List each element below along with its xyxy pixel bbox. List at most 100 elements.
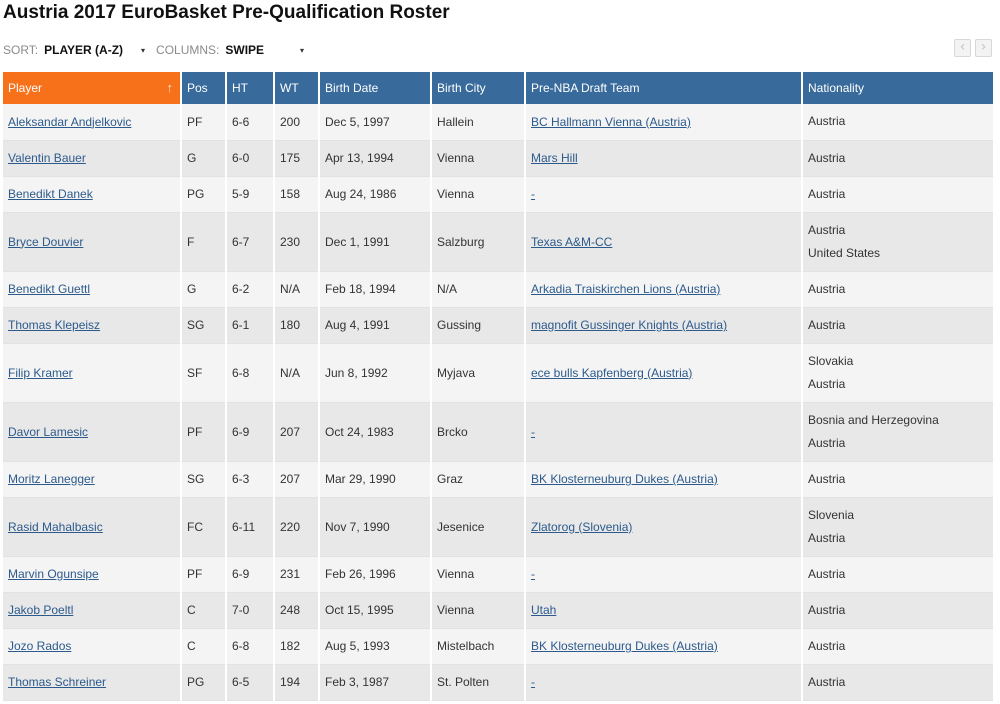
column-header-birth-date[interactable]: Birth Date [319,72,432,104]
column-header-birth-city[interactable]: Birth City [431,72,526,104]
player-name-link[interactable]: Thomas Klepeisz [8,318,100,332]
player-name-link[interactable]: Jozo Rados [8,639,71,653]
nationality-value: United States [808,245,881,260]
draft-team-link[interactable]: - [531,567,535,581]
next-columns-button[interactable]: › [975,39,992,57]
table-cell-player: Moritz Lanegger [3,461,182,498]
draft-team-link[interactable]: Zlatorog (Slovenia) [531,520,632,534]
player-name-link[interactable]: Rasid Mahalbasic [8,520,103,534]
draft-team-link[interactable]: - [531,187,535,201]
player-name-link[interactable]: Bryce Douvier [8,235,83,249]
nationality-value: Austria [808,376,846,391]
draft-team-link[interactable]: Utah [531,603,556,617]
table-cell-wt: 200 [274,104,320,141]
table-cell-nationality: Austria United States [802,212,995,272]
draft-team-link[interactable]: BK Klosterneuburg Dukes (Austria) [531,639,718,653]
column-header-wt[interactable]: WT [274,72,320,104]
table-cell-birth-city: Myjava [431,343,526,403]
table-cell-draft-team: Mars Hill [525,140,803,177]
table-cell-draft-team: Zlatorog (Slovenia) [525,497,803,557]
column-header-pos[interactable]: Pos [181,72,227,104]
player-name-link[interactable]: Aleksandar Andjelkovic [8,115,131,129]
draft-team-link[interactable]: ece bulls Kapfenberg (Austria) [531,366,692,380]
table-cell-birth-date: Dec 5, 1997 [319,104,432,141]
draft-team-link[interactable]: BK Klosterneuburg Dukes (Austria) [531,472,718,486]
table-cell-player: Davor Lamesic [3,402,182,462]
player-name-link[interactable]: Benedikt Guettl [8,282,90,296]
table-cell-pos: PF [181,104,227,141]
column-header-draft-team[interactable]: Pre-NBA Draft Team [525,72,803,104]
page-title: Austria 2017 EuroBasket Pre-Qualificatio… [3,2,450,23]
table-row: Davor Lamesic PF 6-9 207 Oct 24, 1983 Brcko - B… [3,402,995,462]
table-row: Filip Kramer SF 6-8 N/A Jun 8, 1992 Myjava ece… [3,343,995,403]
draft-team-link[interactable]: Mars Hill [531,151,578,165]
table-cell-ht: 6-8 [226,628,275,665]
table-row: Marvin Ogunsipe PF 6-9 231 Feb 26, 1996 Vienn… [3,556,995,593]
table-cell-birth-date: Oct 24, 1983 [319,402,432,462]
table-cell-birth-date: Feb 3, 1987 [319,664,432,701]
player-name-link[interactable]: Filip Kramer [8,366,73,380]
table-cell-pos: PF [181,556,227,593]
table-cell-birth-date: Nov 7, 1990 [319,497,432,557]
player-name-link[interactable]: Marvin Ogunsipe [8,567,99,581]
player-name-link[interactable]: Moritz Lanegger [8,472,95,486]
table-cell-ht: 6-2 [226,271,275,308]
table-cell-wt: 175 [274,140,320,177]
table-cell-ht: 6-9 [226,556,275,593]
table-cell-birth-date: Aug 24, 1986 [319,176,432,213]
nationality-value: Austria [808,281,846,296]
column-header-player[interactable]: Player ↑ [3,72,182,104]
roster-table: Player ↑ Pos HT WT Birth Date Birth City… [3,72,995,701]
table-cell-nationality: Slovakia Austria [802,343,995,403]
table-cell-nationality: Austria [802,628,995,665]
table-cell-pos: PG [181,176,227,213]
table-cell-pos: SG [181,307,227,344]
table-controls: SORT: PLAYER (A-Z) ▾ COLUMNS: SWIPE ▾ [3,43,304,57]
table-cell-birth-city: Gussing [431,307,526,344]
table-cell-wt: N/A [274,343,320,403]
player-name-link[interactable]: Thomas Schreiner [8,675,106,689]
table-cell-player: Benedikt Guettl [3,271,182,308]
table-row: Bryce Douvier F 6-7 230 Dec 1, 1991 Salzburg T… [3,212,995,272]
draft-team-link[interactable]: - [531,425,535,439]
table-row: Aleksandar Andjelkovic PF 6-6 200 Dec 5, 199… [3,104,995,141]
columns-chevron-down-icon[interactable]: ▾ [300,46,304,55]
draft-team-link[interactable]: - [531,675,535,689]
player-name-link[interactable]: Jakob Poeltl [8,603,73,617]
table-cell-ht: 6-8 [226,343,275,403]
column-header-nationality[interactable]: Nationality [802,72,995,104]
sort-chevron-down-icon[interactable]: ▾ [141,46,145,55]
table-cell-player: Jozo Rados [3,628,182,665]
table-cell-birth-date: Aug 5, 1993 [319,628,432,665]
draft-team-link[interactable]: Texas A&M-CC [531,235,612,249]
player-name-link[interactable]: Benedikt Danek [8,187,93,201]
column-header-ht[interactable]: HT [226,72,275,104]
sort-dropdown[interactable]: PLAYER (A-Z) [44,43,123,57]
table-cell-nationality: Austria [802,461,995,498]
table-cell-draft-team: - [525,664,803,701]
table-cell-draft-team: magnofit Gussinger Knights (Austria) [525,307,803,344]
nationality-value: Austria [808,638,846,653]
table-cell-nationality: Austria [802,556,995,593]
table-cell-pos: SF [181,343,227,403]
nationality-value: Slovakia [808,353,854,368]
table-cell-wt: 230 [274,212,320,272]
player-name-link[interactable]: Valentin Bauer [8,151,86,165]
table-cell-ht: 6-9 [226,402,275,462]
nationality-value: Austria [808,150,846,165]
table-cell-wt: 158 [274,176,320,213]
table-row: Jakob Poeltl C 7-0 248 Oct 15, 1995 Vienna Uta… [3,592,995,629]
draft-team-link[interactable]: magnofit Gussinger Knights (Austria) [531,318,727,332]
sort-label: SORT: [3,43,39,57]
draft-team-link[interactable]: Arkadia Traiskirchen Lions (Austria) [531,282,720,296]
table-cell-pos: C [181,592,227,629]
draft-team-link[interactable]: BC Hallmann Vienna (Austria) [531,115,691,129]
table-cell-wt: 248 [274,592,320,629]
table-cell-draft-team: Arkadia Traiskirchen Lions (Austria) [525,271,803,308]
prev-columns-button[interactable]: ‹ [954,39,971,57]
player-name-link[interactable]: Davor Lamesic [8,425,88,439]
table-cell-ht: 6-0 [226,140,275,177]
columns-dropdown[interactable]: SWIPE [225,43,264,57]
table-cell-birth-city: Vienna [431,140,526,177]
table-row: Rasid Mahalbasic FC 6-11 220 Nov 7, 1990 Jese… [3,497,995,557]
